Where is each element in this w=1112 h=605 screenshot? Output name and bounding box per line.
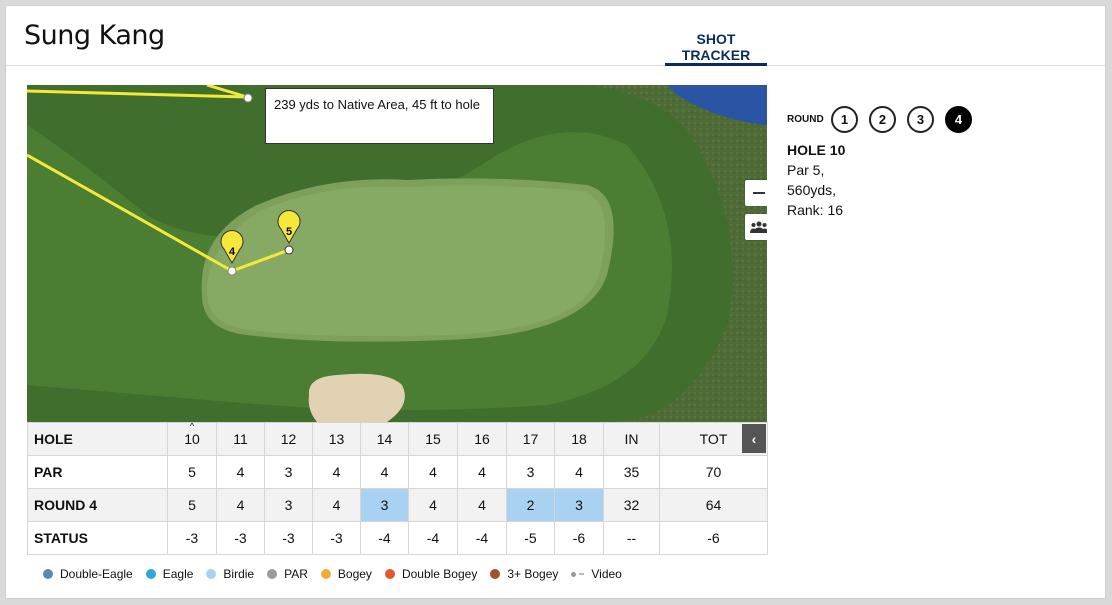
legend-video: Video bbox=[571, 567, 622, 581]
group-icon bbox=[749, 221, 767, 233]
hole-title: HOLE 10 bbox=[787, 142, 846, 158]
header-cell[interactable]: 12 bbox=[264, 422, 313, 456]
score-cell: -6 bbox=[659, 521, 768, 555]
legend-birdie: Birdie bbox=[206, 567, 254, 581]
score-cell: 64 bbox=[659, 488, 768, 522]
legend-dot-icon bbox=[490, 569, 501, 579]
marker-5-label: 5 bbox=[286, 226, 292, 238]
row-label: ROUND 4 bbox=[27, 488, 168, 522]
header-cell[interactable]: 17 bbox=[506, 422, 555, 456]
header-cell: IN bbox=[603, 422, 660, 456]
round-4-row: ROUND 4 5 4 3 4 3 4 4 2 3 32 64 bbox=[27, 488, 768, 522]
par-row: PAR 5 4 3 4 4 4 4 3 4 35 70 bbox=[27, 455, 768, 489]
score-cell: 4 bbox=[457, 455, 507, 489]
legend-dot-icon bbox=[206, 569, 217, 579]
header-tot-cell: TOT ‹ bbox=[659, 422, 768, 456]
score-cell: -3 bbox=[216, 521, 265, 555]
score-cell-birdie: 3 bbox=[360, 488, 409, 522]
header: Sung Kang SHOT TRACKER bbox=[6, 6, 1105, 66]
row-label: STATUS bbox=[27, 521, 168, 555]
hole-info: HOLE 10 Par 5, 560yds, Rank: 16 bbox=[787, 140, 845, 220]
header-cell[interactable]: 16 bbox=[457, 422, 507, 456]
shot-tooltip: 239 yds to Native Area, 45 ft to hole bbox=[265, 88, 494, 144]
shot-point-5 bbox=[284, 245, 294, 255]
score-cell-birdie: 2 bbox=[506, 488, 555, 522]
legend-3-plus-bogey: 3+ Bogey bbox=[490, 567, 558, 581]
caret-up-icon: ^ bbox=[189, 421, 195, 431]
score-cell: 4 bbox=[408, 455, 458, 489]
shot-point-3 bbox=[243, 93, 253, 103]
scorecard-table: HOLE ^ 10 11 12 13 14 15 16 17 18 IN TOT … bbox=[27, 421, 768, 555]
hole-yards: 560yds, bbox=[787, 182, 837, 198]
score-cell: 4 bbox=[216, 455, 265, 489]
legend-double-bogey: Double Bogey bbox=[384, 567, 477, 581]
bunker bbox=[308, 373, 405, 422]
header-cell[interactable]: 15 bbox=[408, 422, 458, 456]
score-cell: 3 bbox=[264, 488, 313, 522]
score-cell: -3 bbox=[312, 521, 361, 555]
hole-rank: Rank: 16 bbox=[787, 202, 844, 218]
legend-dot-icon bbox=[267, 569, 278, 579]
zoom-out-button[interactable] bbox=[745, 180, 767, 206]
round-3-button[interactable]: 3 bbox=[907, 106, 934, 133]
chevron-left-icon[interactable]: ‹ bbox=[742, 424, 766, 453]
row-label: PAR bbox=[27, 455, 168, 489]
score-legend: Double-Eagle Eagle Birdie PAR Bogey Doub… bbox=[43, 567, 635, 581]
legend-dot-icon bbox=[384, 569, 395, 579]
round-2-button[interactable]: 2 bbox=[869, 106, 896, 133]
score-cell: -3 bbox=[264, 521, 313, 555]
score-cell-birdie: 3 bbox=[554, 488, 604, 522]
score-cell: -4 bbox=[457, 521, 507, 555]
legend-dot-icon bbox=[43, 569, 53, 579]
legend-dot-icon bbox=[145, 569, 156, 579]
round-4-button[interactable]: 4 bbox=[945, 106, 972, 133]
score-cell: -- bbox=[603, 521, 660, 555]
legend-eagle: Eagle bbox=[145, 567, 193, 581]
header-hole: HOLE bbox=[27, 422, 168, 456]
score-cell: -6 bbox=[554, 521, 604, 555]
minus-icon bbox=[752, 192, 765, 194]
header-cell[interactable]: 13 bbox=[312, 422, 361, 456]
score-cell: 5 bbox=[167, 488, 217, 522]
legend-double-eagle: Double-Eagle bbox=[43, 567, 133, 581]
score-cell: -5 bbox=[506, 521, 555, 555]
group-view-button[interactable] bbox=[745, 214, 767, 240]
green bbox=[206, 185, 606, 337]
score-cell: 35 bbox=[603, 455, 660, 489]
score-cell: -3 bbox=[167, 521, 217, 555]
shot-point-4 bbox=[227, 266, 237, 276]
status-row: STATUS -3 -3 -3 -3 -4 -4 -4 -5 -6 -- -6 bbox=[27, 521, 768, 555]
score-cell: 4 bbox=[408, 488, 458, 522]
scorecard-header-row: HOLE ^ 10 11 12 13 14 15 16 17 18 IN TOT … bbox=[27, 421, 768, 456]
legend-dot-icon bbox=[320, 569, 331, 579]
video-icon bbox=[571, 571, 577, 577]
score-cell: 4 bbox=[312, 455, 361, 489]
score-cell: 3 bbox=[506, 455, 555, 489]
score-cell: 32 bbox=[603, 488, 660, 522]
shot-tracker-modal: Sung Kang SHOT TRACKER 4 5 239 yds to Na… bbox=[5, 5, 1106, 599]
header-cell[interactable]: 11 bbox=[216, 422, 265, 456]
score-cell: 4 bbox=[312, 488, 361, 522]
marker-4-label: 4 bbox=[229, 246, 236, 258]
score-cell: -4 bbox=[408, 521, 458, 555]
score-cell: 5 bbox=[167, 455, 217, 489]
round-1-button[interactable]: 1 bbox=[831, 106, 858, 133]
score-cell: -4 bbox=[360, 521, 409, 555]
player-name: Sung Kang bbox=[24, 20, 165, 51]
header-cell[interactable]: ^ 10 bbox=[167, 421, 217, 456]
score-cell: 3 bbox=[264, 455, 313, 489]
legend-par: PAR bbox=[267, 567, 308, 581]
hole-par: Par 5, bbox=[787, 162, 825, 178]
score-cell: 70 bbox=[659, 455, 768, 489]
header-cell[interactable]: 18 bbox=[554, 422, 604, 456]
score-cell: 4 bbox=[554, 455, 604, 489]
legend-bogey: Bogey bbox=[320, 567, 372, 581]
round-label: ROUND bbox=[787, 114, 824, 125]
score-cell: 4 bbox=[360, 455, 409, 489]
score-cell: 4 bbox=[216, 488, 265, 522]
score-cell: 4 bbox=[457, 488, 507, 522]
header-cell[interactable]: 14 bbox=[360, 422, 409, 456]
tab-shot-tracker[interactable]: SHOT TRACKER bbox=[665, 31, 767, 66]
